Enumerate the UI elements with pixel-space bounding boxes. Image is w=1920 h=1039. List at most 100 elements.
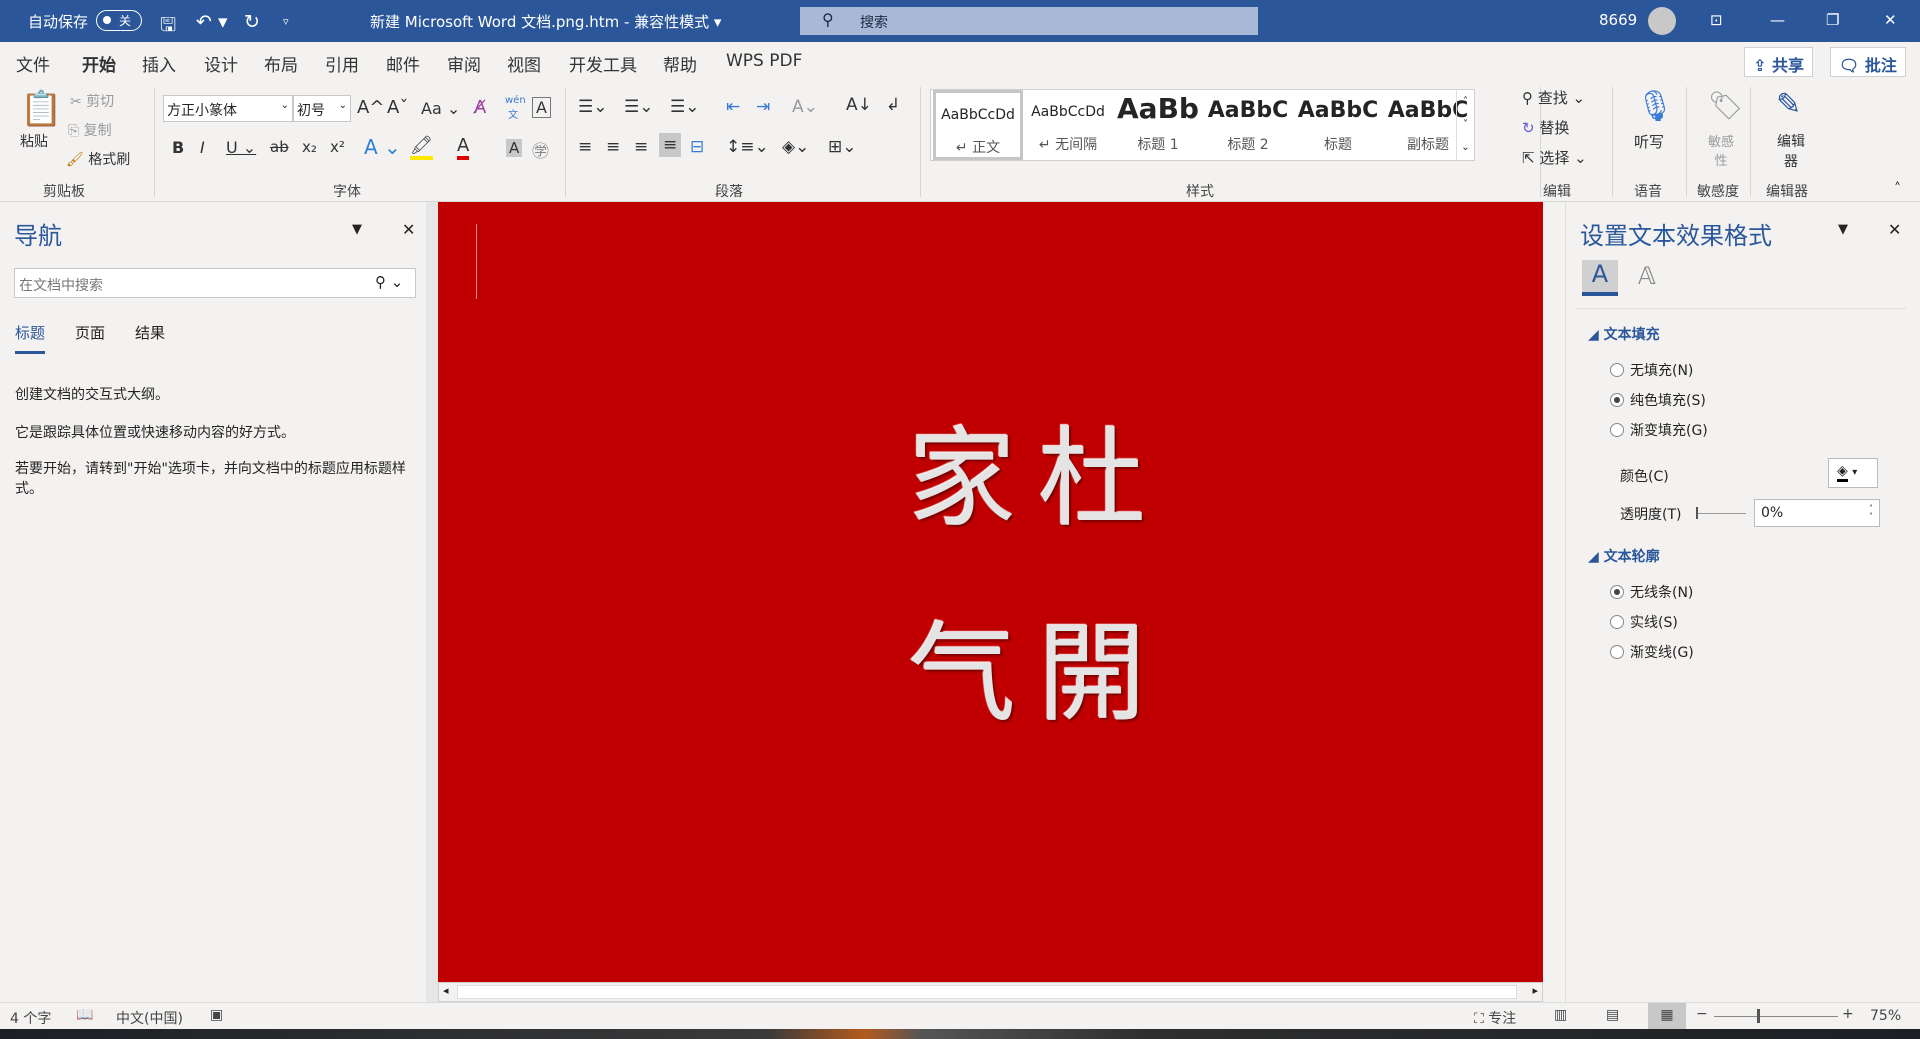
strikethrough-icon[interactable]: ab: [270, 138, 289, 156]
tab-home[interactable]: 开始: [82, 51, 116, 76]
nav-search-input[interactable]: 在文档中搜索 ⚲ ⌄: [14, 268, 416, 298]
language-status[interactable]: 中文(中国): [116, 1008, 183, 1028]
tab-references[interactable]: 引用: [325, 51, 359, 76]
pane-close-icon[interactable]: ✕: [1888, 220, 1901, 239]
clear-format-icon[interactable]: A̸: [474, 97, 486, 118]
style-normal[interactable]: AaBbCcDd↵ 正文: [933, 90, 1023, 160]
phonetic-guide-icon[interactable]: wén 文: [505, 95, 526, 121]
zoom-slider[interactable]: [1714, 1016, 1838, 1017]
tab-review[interactable]: 审阅: [447, 51, 481, 76]
increase-indent-icon[interactable]: ⇥: [756, 97, 770, 117]
print-layout-icon[interactable]: ▤: [1606, 1007, 1619, 1023]
scroll-left-icon[interactable]: ◂: [443, 984, 449, 997]
transparency-input[interactable]: 0%˄˅: [1754, 499, 1880, 527]
char-border-icon[interactable]: A: [532, 97, 551, 118]
zoom-level[interactable]: 75%: [1870, 1008, 1901, 1024]
solid-line-radio[interactable]: [1610, 615, 1624, 629]
fill-section-header[interactable]: ◢ 文本填充: [1588, 324, 1660, 344]
tab-mailings[interactable]: 邮件: [386, 51, 420, 76]
read-mode-icon[interactable]: ▥: [1554, 1007, 1567, 1023]
styles-scroll[interactable]: ˄˅⌄: [1456, 90, 1474, 160]
grow-font-icon[interactable]: A^: [357, 97, 384, 118]
align-center-icon[interactable]: ≡: [606, 137, 620, 157]
autosave-toggle[interactable]: 关: [96, 10, 142, 31]
underline-icon[interactable]: U ⌄: [226, 138, 256, 157]
pane-options-icon[interactable]: ▼: [1838, 222, 1848, 237]
enclose-char-icon[interactable]: ㊫: [532, 137, 549, 162]
line-spacing-icon[interactable]: ↕≡⌄: [726, 137, 769, 157]
tab-view[interactable]: 视图: [507, 51, 541, 76]
find-button[interactable]: ⚲ 查找 ⌄: [1522, 87, 1585, 108]
italic-icon[interactable]: I: [200, 138, 205, 157]
copy-button[interactable]: ⎘ 复制: [68, 120, 112, 140]
proofing-icon[interactable]: 📖: [76, 1007, 93, 1023]
gradient-fill-radio[interactable]: [1610, 423, 1624, 437]
macro-icon[interactable]: ▣: [210, 1007, 223, 1023]
search-box[interactable]: ⚲ 搜索: [800, 7, 1258, 35]
no-line-radio[interactable]: [1610, 585, 1624, 599]
tab-design[interactable]: 设计: [204, 51, 238, 76]
font-color-icon[interactable]: A: [457, 135, 469, 160]
tab-layout[interactable]: 布局: [264, 51, 298, 76]
ribbon-display-icon[interactable]: ⊡: [1710, 11, 1723, 29]
redo-icon[interactable]: ↻: [244, 11, 260, 33]
nav-tab-headings[interactable]: 标题: [15, 322, 45, 354]
nav-close-icon[interactable]: ✕: [402, 220, 415, 239]
text-fill-outline-tab[interactable]: A: [1582, 260, 1618, 296]
minimize-icon[interactable]: —: [1770, 11, 1785, 29]
tab-developer[interactable]: 开发工具: [569, 51, 637, 76]
nav-options-icon[interactable]: ▼: [352, 222, 362, 237]
format-painter-button[interactable]: 🖌 格式刷: [66, 149, 130, 169]
undo-icon[interactable]: ↶ ▾: [196, 11, 228, 33]
subscript-icon[interactable]: x₂: [302, 138, 317, 156]
share-button[interactable]: ⇪ 共享: [1744, 47, 1813, 77]
scroll-right-icon[interactable]: ▸: [1532, 984, 1538, 997]
align-left-icon[interactable]: ≡: [578, 137, 592, 157]
char-shading-icon[interactable]: A: [506, 139, 522, 157]
style-heading-2[interactable]: AaBbC标题 2: [1203, 90, 1293, 160]
text-effects-tab[interactable]: 𝔸: [1638, 262, 1656, 290]
save-icon[interactable]: 🖫: [160, 11, 176, 43]
avatar[interactable]: [1648, 7, 1676, 35]
nav-tab-results[interactable]: 结果: [135, 322, 165, 343]
sensitivity-icon[interactable]: 🏷: [1708, 89, 1744, 122]
color-picker-button[interactable]: ◈ ▾: [1828, 458, 1878, 488]
superscript-icon[interactable]: x²: [330, 138, 345, 156]
bold-icon[interactable]: B: [172, 138, 184, 157]
editor-button[interactable]: 编辑器: [1776, 131, 1806, 171]
bullets-icon[interactable]: ☰⌄: [578, 97, 607, 117]
nav-tab-pages[interactable]: 页面: [75, 322, 105, 343]
borders-icon[interactable]: ⊞⌄: [828, 137, 857, 157]
highlight-icon[interactable]: 🖍: [410, 135, 433, 160]
customize-toolbar-icon[interactable]: ▿: [283, 15, 289, 28]
outline-section-header[interactable]: ◢ 文本轮廓: [1588, 546, 1660, 566]
select-button[interactable]: ⇱ 选择 ⌄: [1522, 147, 1587, 168]
paste-icon[interactable]: 📋: [20, 89, 62, 129]
justify-icon[interactable]: ≡: [659, 133, 681, 157]
tab-file[interactable]: 文件: [16, 51, 50, 76]
zoom-in-icon[interactable]: +: [1842, 1006, 1854, 1022]
no-fill-radio[interactable]: [1610, 363, 1624, 377]
web-layout-icon[interactable]: ▦: [1648, 1003, 1686, 1029]
zoom-slider-thumb[interactable]: [1757, 1009, 1760, 1023]
tab-help[interactable]: 帮助: [663, 51, 697, 76]
transparency-slider[interactable]: [1696, 513, 1746, 514]
style-no-spacing[interactable]: AaBbCcDd↵ 无间隔: [1023, 90, 1113, 160]
document-title[interactable]: 新建 Microsoft Word 文档.png.htm - 兼容性模式 ▾: [370, 11, 721, 32]
horizontal-scrollbar[interactable]: ◂ ▸: [438, 982, 1543, 1002]
editor-pen-icon[interactable]: ✎: [1776, 87, 1801, 122]
replace-button[interactable]: ↻ 替换: [1522, 117, 1569, 138]
show-marks-icon[interactable]: ↲: [886, 95, 900, 115]
document-page[interactable]: 家 杜 气 開: [438, 202, 1543, 982]
numbering-icon[interactable]: ☰⌄: [624, 97, 653, 117]
comment-button[interactable]: 🗨 批注: [1830, 47, 1906, 77]
tab-insert[interactable]: 插入: [142, 51, 176, 76]
transparency-slider-thumb[interactable]: [1696, 507, 1698, 519]
sort-icon[interactable]: A↓: [846, 95, 872, 115]
style-title[interactable]: AaBbC标题: [1293, 90, 1383, 160]
text-effects-icon[interactable]: A ⌄: [364, 135, 401, 159]
cut-button[interactable]: ✂ 剪切: [70, 91, 114, 111]
change-case-button[interactable]: Aa ⌄: [421, 99, 460, 118]
font-size-select[interactable]: 初号⌄: [293, 95, 351, 122]
asian-layout-icon[interactable]: A⌄: [792, 97, 818, 117]
